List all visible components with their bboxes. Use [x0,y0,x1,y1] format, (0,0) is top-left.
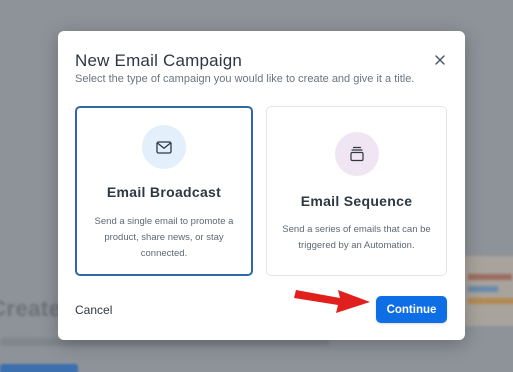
card-email-sequence[interactable]: Email Sequence Send a series of emails t… [266,106,447,276]
close-button[interactable] [431,51,449,69]
broadcast-icon-badge [142,125,186,169]
mail-icon [156,140,172,154]
continue-button[interactable]: Continue [376,296,447,323]
card-description: Send a single email to promote a product… [94,216,234,259]
cancel-button[interactable]: Cancel [75,303,112,317]
card-description: Send a series of emails that can be trig… [282,224,431,251]
card-email-broadcast[interactable]: Email Broadcast Send a single email to p… [75,106,253,276]
close-icon [435,55,445,65]
new-campaign-modal: New Email Campaign Select the type of ca… [58,31,465,340]
background-heading: Create [0,296,62,321]
modal-title: New Email Campaign [75,51,243,70]
card-title: Email Broadcast [106,184,222,200]
modal-subtitle: Select the type of campaign you would li… [75,73,415,85]
background-illustration [460,256,513,326]
card-title: Email Sequence [300,193,413,209]
annotation-arrow-icon [294,290,370,313]
sequence-stack-icon [349,146,364,162]
sequence-icon-badge [334,132,379,176]
background-button [0,364,78,372]
